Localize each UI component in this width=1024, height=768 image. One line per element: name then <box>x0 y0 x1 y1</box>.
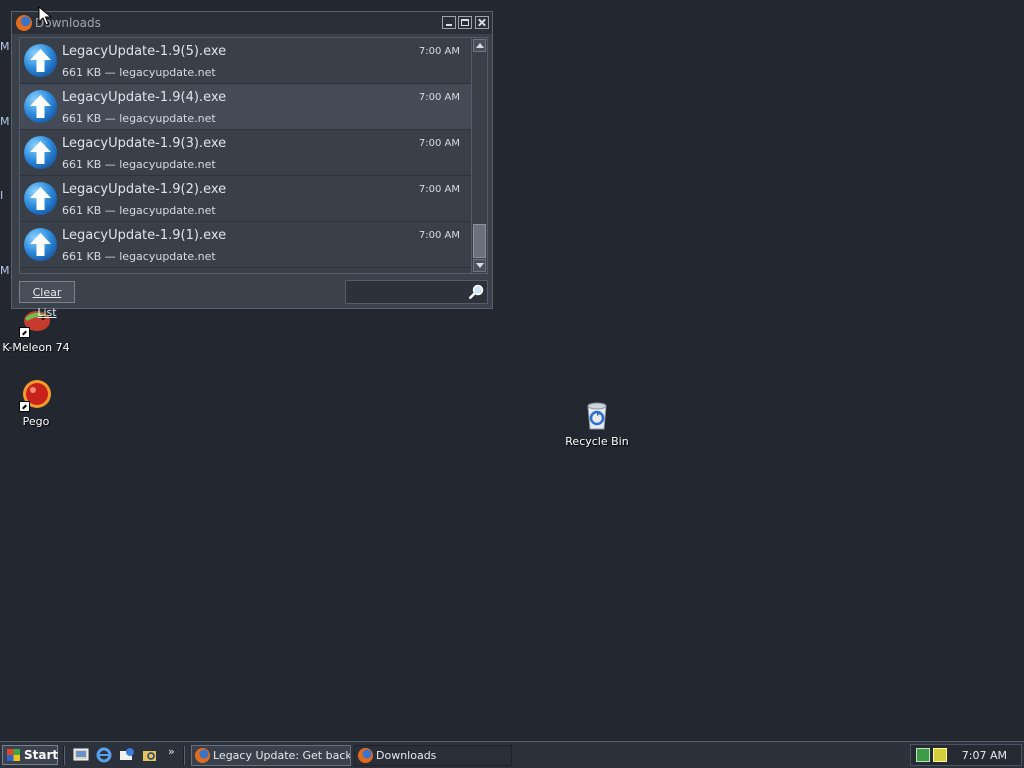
firefox-icon <box>195 748 210 763</box>
network-icon[interactable] <box>916 748 930 762</box>
desktop-icon-recycle-bin[interactable]: Recycle Bin <box>557 398 637 448</box>
task-button-downloads[interactable]: Downloads <box>354 745 512 766</box>
clock[interactable]: 7:07 AM <box>962 749 1007 762</box>
download-time: 7:00 AM <box>418 138 460 149</box>
scroll-down-arrow-icon[interactable] <box>473 259 486 272</box>
mouse-pointer-icon <box>38 6 52 26</box>
download-filename: LegacyUpdate-1.9(3).exe <box>62 136 227 151</box>
download-details: 661 KB — legacyupdate.net <box>62 204 216 217</box>
task-button-legacy-update[interactable]: Legacy Update: Get back ... <box>191 745 351 766</box>
shortcut-arrow-icon <box>19 327 30 338</box>
download-item[interactable]: LegacyUpdate-1.9(1).exe 661 KB — legacyu… <box>20 222 472 268</box>
taskbar: Start » Legacy Update: Get back ... Down… <box>0 741 1024 768</box>
desktop-edge-text-1: M <box>0 40 10 53</box>
download-item[interactable]: LegacyUpdate-1.9(3).exe 661 KB — legacyu… <box>20 130 472 176</box>
maximize-button[interactable] <box>458 16 472 29</box>
download-details: 661 KB — legacyupdate.net <box>62 158 216 171</box>
desktop-icon-label: K-Meleon 74 <box>2 341 70 354</box>
download-file-icon <box>24 228 57 261</box>
scroll-up-arrow-icon[interactable] <box>473 39 486 52</box>
download-details: 661 KB — legacyupdate.net <box>62 66 216 79</box>
show-desktop-icon[interactable] <box>73 747 89 763</box>
windows-logo-icon <box>7 749 20 761</box>
search-input[interactable] <box>348 283 468 303</box>
window-titlebar[interactable]: Downloads <box>12 12 492 34</box>
desktop-icon-label: Recycle Bin <box>565 435 629 448</box>
list-scrollbar[interactable] <box>471 38 487 273</box>
folder-search-icon[interactable] <box>142 747 158 763</box>
download-time: 7:00 AM <box>418 230 460 241</box>
download-file-icon <box>24 44 57 77</box>
download-item[interactable]: LegacyUpdate-1.9(2).exe 661 KB — legacyu… <box>20 176 472 222</box>
email-icon[interactable] <box>119 747 135 763</box>
download-time: 7:00 AM <box>418 46 460 57</box>
close-button[interactable] <box>475 16 489 29</box>
downloads-list: LegacyUpdate-1.9(5).exe 661 KB — legacyu… <box>19 37 488 274</box>
firefox-icon <box>16 15 32 31</box>
download-time: 7:00 AM <box>418 184 460 195</box>
taskbar-separator <box>63 746 65 765</box>
download-details: 661 KB — legacyupdate.net <box>62 112 216 125</box>
recycle-bin-icon <box>580 398 614 432</box>
search-box[interactable] <box>345 280 488 304</box>
system-tray: 7:07 AM <box>910 744 1022 766</box>
shortcut-arrow-icon <box>19 401 30 412</box>
download-filename: LegacyUpdate-1.9(1).exe <box>62 228 227 243</box>
firefox-icon <box>358 748 373 763</box>
desktop-edge-text-4: M <box>0 264 10 277</box>
task-label: Legacy Update: Get back ... <box>213 749 351 762</box>
download-filename: LegacyUpdate-1.9(2).exe <box>62 182 227 197</box>
downloads-window: Downloads LegacyUpdate-1.9(5).exe 661 KB… <box>11 11 493 319</box>
download-file-icon <box>24 90 57 123</box>
download-details: 661 KB — legacyupdate.net <box>62 250 216 263</box>
search-icon[interactable] <box>468 284 484 300</box>
desktop-edge-text-2: M <box>0 115 10 128</box>
internet-explorer-icon[interactable] <box>96 747 112 763</box>
download-file-icon <box>24 136 57 169</box>
start-button[interactable]: Start <box>2 745 58 765</box>
clear-list-button[interactable]: Clear List <box>19 281 75 319</box>
download-item[interactable]: LegacyUpdate-1.9(5).exe 661 KB — legacyu… <box>20 38 472 84</box>
minimize-button[interactable] <box>442 16 456 29</box>
scrollbar-thumb[interactable] <box>473 224 486 258</box>
download-item[interactable]: LegacyUpdate-1.9(4).exe 661 KB — legacyu… <box>20 84 472 130</box>
task-label: Downloads <box>376 749 437 762</box>
desktop-edge-text-3: I <box>0 189 4 202</box>
quick-launch-more-button[interactable]: » <box>168 745 175 758</box>
download-filename: LegacyUpdate-1.9(5).exe <box>62 44 227 59</box>
start-label: Start <box>24 748 59 762</box>
download-file-icon <box>24 182 57 215</box>
download-time: 7:00 AM <box>418 92 460 103</box>
desktop-icon-pego[interactable]: Pego <box>0 378 76 428</box>
desktop-icon-label: Pego <box>22 415 50 428</box>
download-filename: LegacyUpdate-1.9(4).exe <box>62 90 227 105</box>
taskbar-separator <box>183 746 185 765</box>
security-icon[interactable] <box>933 748 947 762</box>
pego-icon <box>19 378 53 412</box>
